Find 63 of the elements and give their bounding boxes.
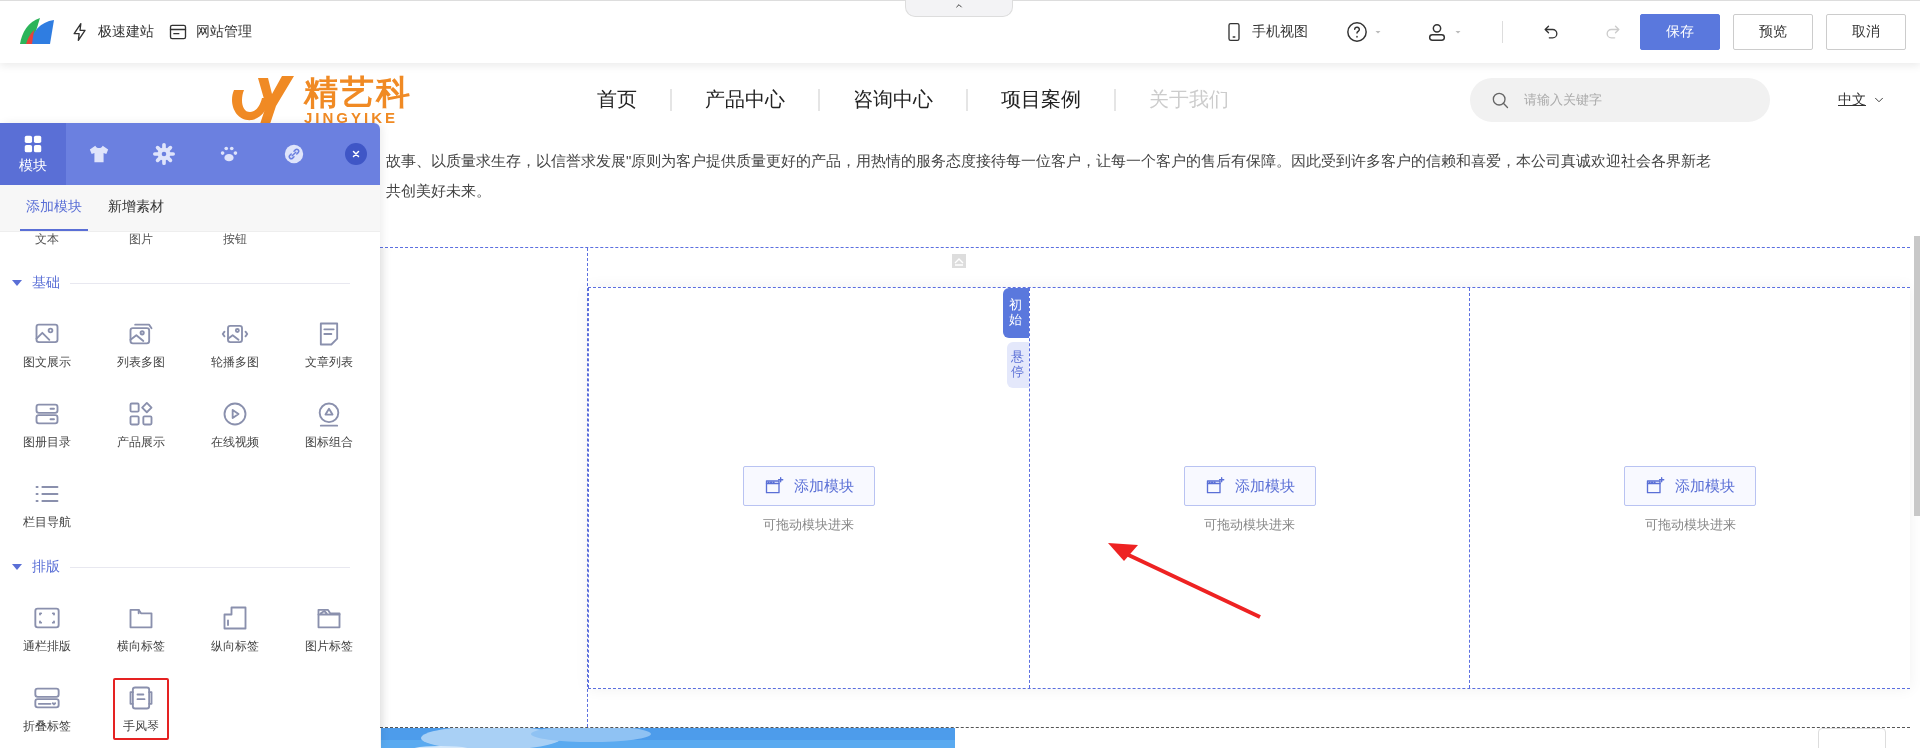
- caret-icon[interactable]: [12, 564, 22, 570]
- collapse-handle[interactable]: [905, 0, 1013, 17]
- shapes-icon: [127, 399, 155, 428]
- shirt-icon: [87, 143, 110, 165]
- module-item[interactable]: 折叠标签: [12, 678, 82, 740]
- nav-link[interactable]: 咨询中心: [820, 86, 966, 113]
- state-tab[interactable]: 初始: [1002, 288, 1029, 338]
- panel-subtab[interactable]: 添加模块: [20, 185, 88, 231]
- link-icon: [282, 143, 305, 165]
- nav-link[interactable]: 首页: [564, 86, 670, 113]
- add-window-icon: [1645, 476, 1666, 496]
- module-label[interactable]: 文本: [35, 232, 59, 246]
- nav-link[interactable]: 产品中心: [672, 86, 818, 113]
- brand-subtitle: JINGYIKE: [304, 110, 400, 125]
- nav-link[interactable]: 项目案例: [968, 86, 1114, 113]
- toolbar-link[interactable]: 极速建站: [98, 23, 154, 41]
- browser-icon: [168, 22, 188, 42]
- settings-icon: [152, 143, 175, 165]
- module-label[interactable]: 图片: [129, 232, 153, 246]
- module-item[interactable]: 栏目导航: [12, 474, 82, 536]
- section-title[interactable]: 排版: [32, 558, 60, 576]
- module-item[interactable]: 文章列表: [294, 314, 364, 376]
- module-item[interactable]: 图片标签: [294, 598, 364, 660]
- module-label[interactable]: 按钮: [223, 232, 247, 246]
- drop-hint: 可拖动模块进来: [1644, 516, 1736, 534]
- close-icon: [350, 148, 362, 160]
- drop-hint: 可拖动模块进来: [1204, 516, 1295, 534]
- panel-tab[interactable]: 模块: [0, 123, 66, 185]
- module-item[interactable]: 手风琴: [113, 678, 169, 740]
- help-icon: [1346, 21, 1368, 43]
- toolbar-link[interactable]: 网站管理: [196, 23, 252, 41]
- state-tab[interactable]: 悬停: [1006, 341, 1029, 388]
- add-module-button[interactable]: 添加模块: [742, 466, 875, 506]
- add-module-button[interactable]: 添加模块: [1183, 466, 1316, 506]
- add-window-icon: [763, 476, 784, 496]
- section-title[interactable]: 基础: [32, 274, 60, 292]
- search-field[interactable]: 请输入关键字: [1470, 77, 1770, 122]
- module-item[interactable]: 纵向标签: [200, 598, 270, 660]
- language-selector[interactable]: 中文: [1838, 90, 1866, 109]
- module-item[interactable]: 图标组合: [294, 394, 364, 456]
- close-button[interactable]: [345, 143, 367, 165]
- intro-text: 故事、以质量求生存，以信誉求发展"原则为客户提供质量更好的产品，用热情的服务态度接待每一位客户，让每一个客户的售后有保障。因此受到许多客户的信赖和喜爱，本公司真诚欢迎社会各界新老: [386, 151, 1713, 171]
- module-item[interactable]: 在线视频: [200, 394, 270, 456]
- grid-icon: [22, 133, 44, 155]
- caret-icon[interactable]: [12, 280, 22, 286]
- module-item[interactable]: 通栏排版: [12, 598, 82, 660]
- brand-name: 精艺科: [304, 74, 412, 110]
- module-item[interactable]: 图册目录: [12, 394, 82, 456]
- save-button[interactable]: 保存: [1640, 14, 1720, 50]
- preview-button[interactable]: 预览: [1733, 14, 1813, 50]
- panel-subtab[interactable]: 新增素材: [102, 185, 170, 231]
- module-item[interactable]: 列表多图: [106, 314, 176, 376]
- user-icon: [1426, 21, 1448, 43]
- cancel-button[interactable]: 取消: [1826, 14, 1906, 50]
- add-window-icon: [1204, 476, 1225, 496]
- drop-hint: 可拖动模块进来: [763, 516, 855, 534]
- module-item[interactable]: 图文展示: [12, 314, 82, 376]
- mobile-view-link[interactable]: 手机视图: [1252, 23, 1308, 41]
- module-item[interactable]: 横向标签: [106, 598, 176, 660]
- module-item[interactable]: 产品展示: [106, 394, 176, 456]
- intro-text: 共创美好未来。: [386, 181, 492, 201]
- module-item[interactable]: 轮播多图: [200, 314, 270, 376]
- add-module-button[interactable]: 添加模块: [1624, 466, 1757, 506]
